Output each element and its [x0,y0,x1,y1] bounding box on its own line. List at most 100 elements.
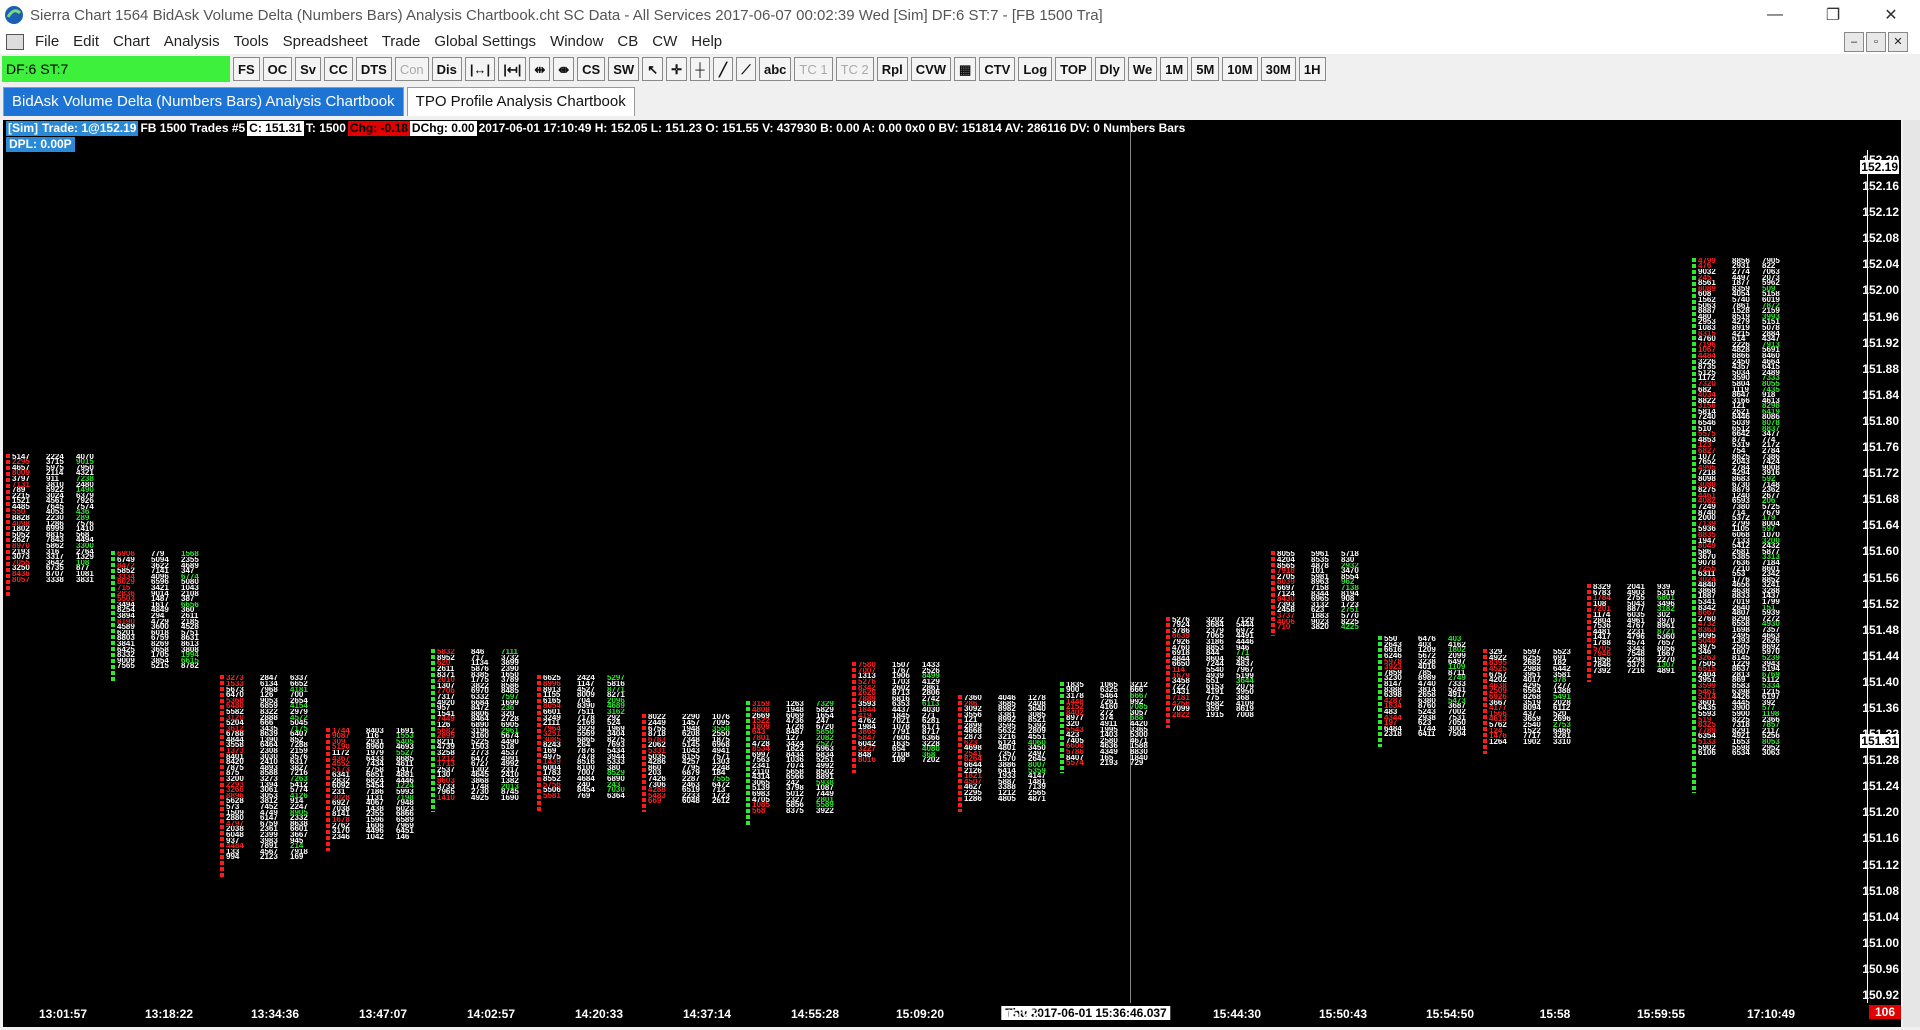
chart-area[interactable]: [Sim] Trade: 1@152.19 FB 1500 Trades #5 … [3,120,1901,1003]
toolbar-button-5[interactable]: Con [394,57,429,81]
toolbar-button-28[interactable]: We [1127,57,1158,81]
toolbar-button-14[interactable]: ✛ [666,57,687,81]
toolbar-button-26[interactable]: TOP [1055,57,1092,81]
numbers-bar[interactable]: 6906 6749 8472 5852 3334 8029 715 2836 5503 3494 8… [111,551,207,682]
toolbar-button-8[interactable]: |↤| [498,57,527,81]
toolbar-button-15[interactable]: ┼ [690,57,710,81]
toolbar-button-13[interactable]: ↖ [642,57,664,81]
menu-global-settings[interactable]: Global Settings [427,30,543,54]
toolbar-button-9[interactable]: ⇹ [529,57,551,81]
toolbar-button-24[interactable]: CTV [979,57,1016,81]
volume-column: 1263 1948 6069 4736 1728 8487 127 3424 1822 8434 1… [786,701,804,814]
x-axis[interactable]: Thu 2017-06-01 15:36:46.037 106 13:01:57… [3,1003,1901,1027]
y-tick-label: 151.44 [1862,648,1899,663]
volume-column: 6476 403 1209 5672 3238 4016 785 8989 4740 3814 26… [1418,636,1436,737]
x-tick-label: 14:37:14 [682,1007,732,1021]
numbers-bar[interactable]: 5276 7924 3786 6639 7926 4760 6918 4844 6650 114 1… [1166,616,1262,728]
toolbar-button-19[interactable]: TC 1 [794,57,833,81]
delta-strip [958,694,962,813]
toolbar-button-4[interactable]: DTS [355,57,392,81]
bar-info-text: 2017-06-01 17:10:49 H: 152.05 L: 151.23 … [478,121,1186,135]
toolbar-button-22[interactable]: CVW [910,57,952,81]
menu-edit[interactable]: Edit [66,30,106,54]
menu-tools[interactable]: Tools [227,30,276,54]
y-tick-label: 151.52 [1862,596,1899,611]
minimize-button[interactable]: — [1746,0,1804,30]
numbers-bar[interactable]: 550 2643 6616 6246 5978 3923 7859 3230 8147 8388 6… [1378,636,1474,748]
toolbar-button-20[interactable]: TC 2 [835,57,874,81]
toolbar-button-1[interactable]: OC [262,57,293,81]
numbers-bar[interactable]: 7360 286 3092 3556 121 2899 4668 2873 623 4698 254… [958,694,1054,813]
toolbar-button-6[interactable]: Dis [431,57,462,81]
toolbar-button-29[interactable]: 1M [1160,57,1189,81]
vertical-scrollbar[interactable] [1903,120,1920,1027]
toolbar-button-11[interactable]: CS [577,57,606,81]
restore-button[interactable]: ❐ [1804,0,1862,30]
toolbar-button-21[interactable]: Rpl [876,57,908,81]
toolbar-button-0[interactable]: FS [233,57,260,81]
y-axis[interactable]: 152.20152.16152.12152.08152.04152.00151.… [1860,153,1901,1002]
menu-trade[interactable]: Trade [375,30,428,54]
toolbar-button-16[interactable]: ╱ [713,57,733,81]
menu-chart[interactable]: Chart [106,30,157,54]
menu-spreadsheet[interactable]: Spreadsheet [276,30,375,54]
toolbar-button-12[interactable]: SW [608,57,640,81]
system-menu-icon[interactable] [6,34,24,50]
menu-analysis[interactable]: Analysis [157,30,227,54]
numbers-bar[interactable]: 3159 4808 2669 1522 1809 643 7801 4728 8534 6997 7… [746,701,842,826]
menu-cb[interactable]: CB [610,30,645,54]
toolbar-button-33[interactable]: 1H [1298,57,1326,81]
numbers-bar[interactable]: 8329 6783 1784 108 7201 1174 2804 7536 4481 1417 1… [1587,584,1683,682]
chart-selector[interactable]: DF:6 ST:7 [2,56,230,82]
toolbar-button-10[interactable]: ⇼ [553,57,575,81]
mdi-restore-button[interactable]: ▫ [1866,32,1886,52]
toolbar-button-17[interactable]: ⟋ [736,57,756,81]
menu-help[interactable]: Help [684,30,729,54]
numbers-bar[interactable]: 329 4922 8395 4525 6757 4202 4638 2509 6926 3667 4… [1483,649,1579,754]
tab-1[interactable]: TPO Profile Analysis Chartbook [406,87,635,116]
change-value: Chg: -0.18 [347,121,410,136]
numbers-bar[interactable]: 1835 900 3178 1448 2152 8402 8977 320 5543 423 740… [1060,681,1156,774]
toolbar-button-27[interactable]: Dly [1094,57,1125,81]
toolbar-button-2[interactable]: Sv [295,57,322,81]
menu-file[interactable]: File [28,30,66,54]
numbers-bar[interactable]: 6625 8996 8913 1155 6165 8054 6601 3249 2111 7964… [537,675,633,813]
volume-column: 7580 7007 1313 5276 8342 2620 7889 3593 1844 419 4… [858,662,876,763]
numbers-bar[interactable]: 5147 2295 4657 8009 3797 7131 789 2215 1521 4485 5… [6,453,102,598]
close-button[interactable]: ✕ [1862,0,1920,30]
menu-window[interactable]: Window [543,30,610,54]
toolbar-button-31[interactable]: 10M [1222,57,1258,81]
volume-column: 7129 5444 6972 4491 4446 946 771 364 4837 7967 519… [1236,616,1254,718]
chartbook-tabs: BidAsk Volume Delta (Numbers Bars) Analy… [0,86,1920,116]
volume-column: 5961 8535 4878 101 5981 8963 7158 8344 6965 3132 6… [1311,551,1329,630]
numbers-bar[interactable]: 8055 4204 8565 7918 2705 8039 6697 7124 8430 7393… [1271,551,1367,637]
tab-0[interactable]: BidAsk Volume Delta (Numbers Bars) Analy… [3,87,404,116]
delta-strip [111,551,115,682]
numbers-bar[interactable]: 7580 7007 1313 5276 8342 2620 7889 3593 1844 419 4… [852,662,948,774]
volume-column: 4070 9015 7950 4321 7238 2480 1490 6379 7926 7574… [76,453,94,583]
toolbar-button-25[interactable]: Log [1018,57,1053,81]
mdi-minimize-button[interactable]: – [1844,32,1864,52]
volume-column: 8022 2449 6755 8718 6783 2062 5331 5035 4286 860 2… [648,714,666,804]
toolbar-button-32[interactable]: 30M [1260,57,1296,81]
chart-status-line: [Sim] Trade: 1@152.19 FB 1500 Trades #5 … [6,121,1187,136]
toolbar-button-23[interactable]: ▦ [954,57,977,81]
x-tick-label: 15:59:55 [1636,1007,1686,1021]
numbers-bar[interactable]: 4799 476 9032 245 8561 8089 608 1562 5063 8887 480… [1692,257,1788,793]
trades-value: T: 1500 [305,121,346,135]
numbers-bar[interactable]: 8022 2449 6755 8718 6783 2062 5331 5035 4286 860 2… [642,714,738,813]
numbers-bar[interactable]: 3273 1533 5673 6470 5368 6480 5582 3120 5204 3612… [220,675,316,878]
delta-strip [642,714,646,813]
sim-indicator: [Sim] [6,121,40,136]
toolbar-button-30[interactable]: 5M [1191,57,1220,81]
menu-cw[interactable]: CW [645,30,684,54]
volume-column: 5718 830 2932 3470 8554 962 7138 8194 908 1723 275… [1341,551,1359,630]
y-price-marker-current: 151.31 [1860,733,1899,748]
toolbar-button-18[interactable]: abc [759,57,792,81]
numbers-bar[interactable]: 1744 9087 309 5190 1172 4367 4552 5173 6341 2832 6… [326,727,422,852]
toolbar-button-3[interactable]: CC [324,57,353,81]
toolbar-button-7[interactable]: |↔| [464,57,496,81]
mdi-close-button[interactable]: ✕ [1888,32,1908,52]
y-tick-label: 150.96 [1862,961,1899,976]
numbers-bar[interactable]: 5832 8952 620 2611 8371 2010 1307 7706 7317 4920 9… [431,649,527,813]
